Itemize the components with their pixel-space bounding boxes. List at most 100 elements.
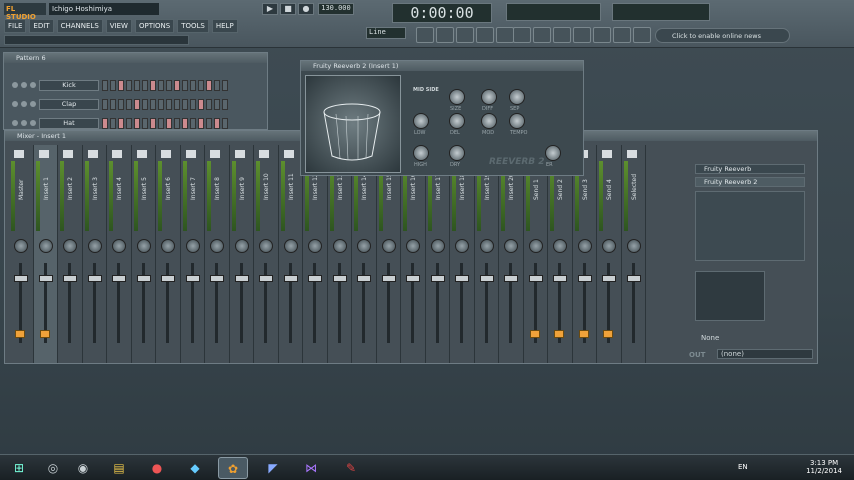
volume-fader[interactable] bbox=[112, 275, 126, 282]
step-sequencer[interactable] bbox=[102, 79, 228, 91]
step-button[interactable] bbox=[158, 98, 164, 110]
send-switch[interactable] bbox=[529, 330, 540, 338]
start-button[interactable]: ⊞ bbox=[4, 457, 34, 479]
vol-knob[interactable] bbox=[30, 101, 36, 107]
volume-fader[interactable] bbox=[504, 275, 518, 282]
visual-studio-icon[interactable]: ⋈ bbox=[296, 457, 326, 479]
explorer-icon[interactable]: ▤ bbox=[104, 457, 134, 479]
mixer-strip[interactable]: Insert 11 bbox=[279, 145, 303, 363]
volume-fader[interactable] bbox=[283, 275, 298, 282]
pan-knob[interactable] bbox=[553, 239, 567, 253]
mixer-strip[interactable]: Send 1 bbox=[524, 145, 548, 363]
step-button[interactable] bbox=[142, 98, 148, 110]
step-button[interactable] bbox=[150, 79, 156, 91]
pan-knob[interactable] bbox=[14, 239, 28, 253]
system-clock[interactable]: 3:13 PM 11/2/2014 bbox=[806, 459, 842, 475]
step-button[interactable] bbox=[174, 98, 180, 110]
volume-fader[interactable] bbox=[602, 275, 616, 282]
send-switch[interactable] bbox=[603, 330, 613, 338]
link-icon[interactable] bbox=[613, 27, 631, 43]
volume-fader[interactable] bbox=[234, 275, 249, 282]
pan-knob[interactable] bbox=[21, 120, 27, 126]
fx-slot-2[interactable]: Fruity Reeverb 2 bbox=[695, 177, 805, 187]
menu-options[interactable]: OPTIONS bbox=[134, 19, 175, 33]
step-button[interactable] bbox=[214, 98, 220, 110]
mixer-strip[interactable]: Insert 3 bbox=[83, 145, 107, 363]
reverb-knob[interactable] bbox=[413, 145, 429, 161]
mixer-strip[interactable]: Insert 8 bbox=[205, 145, 230, 363]
reverb-knob[interactable] bbox=[509, 89, 525, 105]
reverb-knob[interactable] bbox=[481, 113, 497, 129]
channel-clap-button[interactable]: Clap bbox=[39, 98, 99, 110]
step-button[interactable] bbox=[214, 79, 220, 91]
taskbar-app-icon[interactable]: ◤ bbox=[258, 457, 288, 479]
mute-led[interactable] bbox=[12, 120, 18, 126]
mixer-strip[interactable]: Insert 5 bbox=[132, 145, 156, 363]
step-button[interactable] bbox=[110, 98, 116, 110]
mixer-strip[interactable]: Insert 2 bbox=[58, 145, 83, 363]
step-button[interactable] bbox=[174, 117, 180, 129]
tempo-display[interactable]: 130.000 bbox=[318, 3, 354, 15]
mixer-strip[interactable]: Insert 19 bbox=[475, 145, 499, 363]
menu-help[interactable]: HELP bbox=[211, 19, 238, 33]
step-button[interactable] bbox=[198, 79, 204, 91]
pan-knob[interactable] bbox=[406, 239, 420, 253]
wet-dry-faders[interactable] bbox=[541, 87, 581, 133]
mute-led[interactable] bbox=[12, 82, 18, 88]
snap-select[interactable]: Line bbox=[366, 27, 406, 39]
step-button[interactable] bbox=[182, 98, 188, 110]
mixer-strip[interactable]: Insert 10 bbox=[254, 145, 279, 363]
online-news-bar[interactable]: Click to enable online news bbox=[655, 28, 790, 43]
pan-knob[interactable] bbox=[455, 239, 469, 253]
mixer-strip[interactable]: Insert 17 bbox=[426, 145, 450, 363]
step-button[interactable] bbox=[134, 79, 140, 91]
step-button[interactable] bbox=[206, 79, 212, 91]
step-button[interactable] bbox=[142, 117, 148, 129]
play-button[interactable]: ▶ bbox=[262, 3, 278, 15]
pan-knob[interactable] bbox=[185, 239, 200, 253]
send-switch[interactable] bbox=[554, 330, 564, 338]
mixer-strip[interactable]: Send 4 bbox=[597, 145, 622, 363]
menu-edit[interactable]: EDIT bbox=[29, 19, 54, 33]
channel-kick-button[interactable]: Kick bbox=[39, 79, 99, 91]
volume-fader[interactable] bbox=[259, 275, 273, 282]
volume-fader[interactable] bbox=[430, 275, 445, 282]
step-button[interactable] bbox=[150, 98, 156, 110]
mixer-strip[interactable]: Insert 16 bbox=[401, 145, 426, 363]
mixer-strip[interactable]: Insert 18 bbox=[450, 145, 475, 363]
piano-roll-icon[interactable] bbox=[436, 27, 454, 43]
reverb-knob[interactable] bbox=[413, 113, 429, 129]
pan-knob[interactable] bbox=[602, 239, 616, 253]
save-icon[interactable] bbox=[533, 27, 551, 43]
mixer-strip[interactable]: Insert 12 bbox=[303, 145, 328, 363]
pan-knob[interactable] bbox=[626, 239, 641, 253]
send-switch[interactable] bbox=[15, 330, 25, 338]
cut-icon[interactable] bbox=[573, 27, 591, 43]
pan-knob[interactable] bbox=[21, 82, 27, 88]
vol-knob[interactable] bbox=[30, 120, 36, 126]
volume-fader[interactable] bbox=[87, 275, 102, 282]
playlist-icon[interactable] bbox=[416, 27, 434, 43]
taskbar-app-icon[interactable]: ✎ bbox=[336, 457, 366, 479]
pan-knob[interactable] bbox=[136, 239, 151, 253]
step-button[interactable] bbox=[158, 117, 164, 129]
step-button[interactable] bbox=[102, 117, 108, 129]
pan-knob[interactable] bbox=[21, 101, 27, 107]
pan-knob[interactable] bbox=[504, 239, 518, 253]
step-button[interactable] bbox=[118, 117, 124, 129]
mixer-strip[interactable]: Send 3 bbox=[573, 145, 597, 363]
mixer-strip[interactable]: Insert 7 bbox=[181, 145, 205, 363]
step-button[interactable] bbox=[110, 117, 116, 129]
volume-fader[interactable] bbox=[332, 275, 347, 282]
step-button[interactable] bbox=[126, 117, 132, 129]
reverb-knob[interactable] bbox=[449, 113, 465, 129]
step-button[interactable] bbox=[182, 117, 188, 129]
volume-fader[interactable] bbox=[38, 275, 53, 282]
reverb-knob[interactable] bbox=[449, 145, 465, 161]
send-switch[interactable] bbox=[578, 330, 589, 338]
reverb-knob[interactable] bbox=[545, 145, 561, 161]
pan-knob[interactable] bbox=[283, 239, 298, 253]
pan-knob[interactable] bbox=[87, 239, 102, 253]
pan-knob[interactable] bbox=[577, 239, 592, 253]
volume-fader[interactable] bbox=[553, 275, 567, 282]
